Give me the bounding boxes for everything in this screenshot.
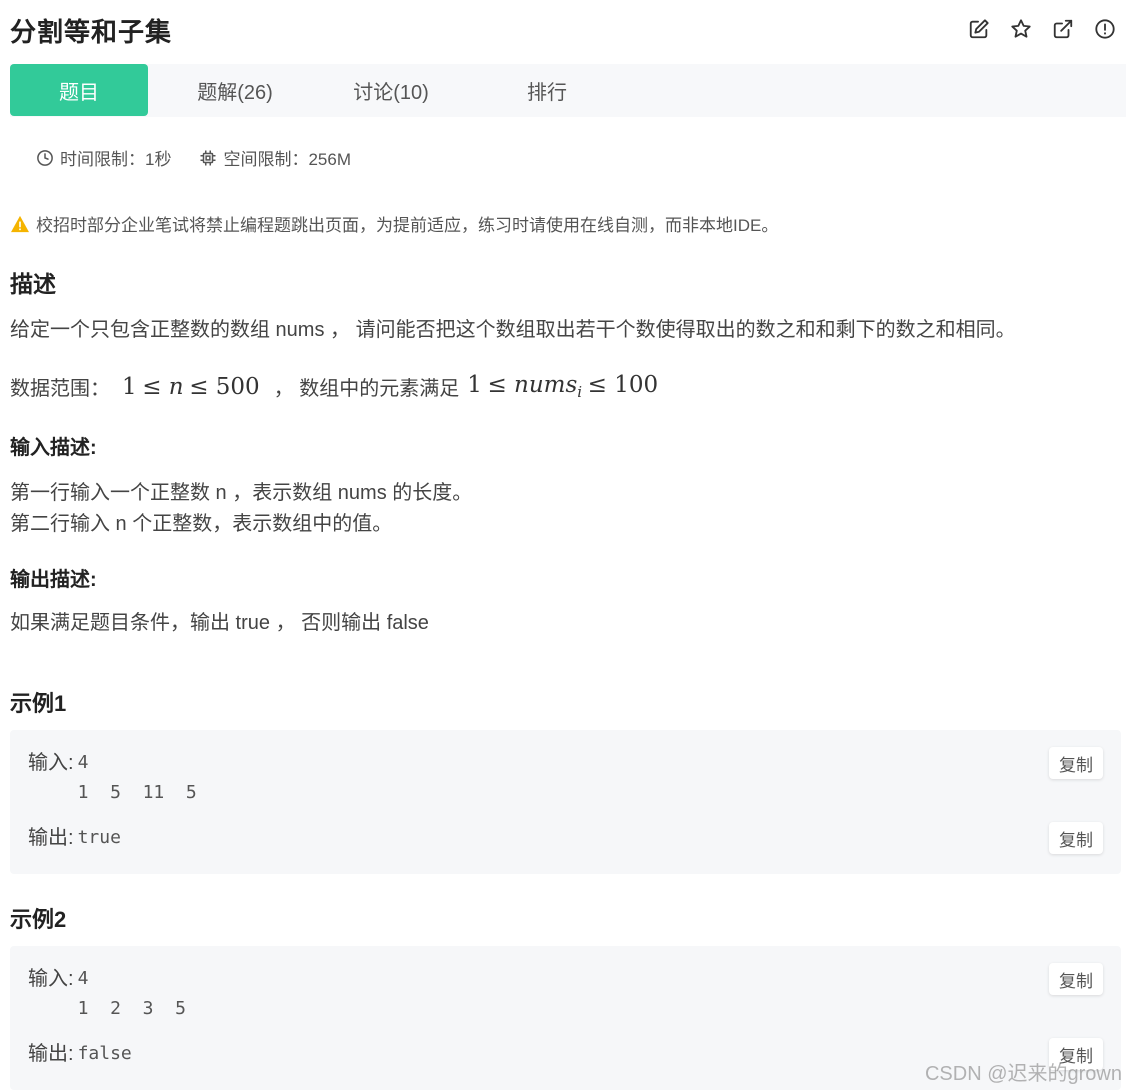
example2-output-label: 输出:: [28, 1043, 74, 1065]
example1-output[interactable]: true: [78, 823, 121, 853]
input-desc-line2: 第二行输入 n 个正整数，表示数组中的值。: [10, 513, 393, 535]
external-link-icon[interactable]: [1052, 18, 1074, 40]
page-title: 分割等和子集: [10, 17, 173, 47]
space-limit: 空间限制：256M: [199, 145, 351, 170]
range-separator: ， 数组中的元素满足: [273, 378, 460, 400]
star-icon[interactable]: [1010, 18, 1032, 40]
example1-box: 输入: 4 1 5 11 5 复制 输出: true 复制: [10, 730, 1121, 874]
example1-input-row: 输入: 4 1 5 11 5: [28, 748, 197, 808]
range-nums-var: nums: [514, 372, 578, 398]
example1-input[interactable]: 4 1 5 11 5: [78, 748, 197, 808]
range-nums-sub: i: [577, 383, 583, 401]
output-desc-text: 如果满足题目条件，输出 true ， 否则输出 false: [10, 612, 429, 634]
warning-icon: [11, 215, 29, 232]
tab-bar: 题目 题解(26) 讨论(10) 排行: [10, 64, 1126, 117]
problem-page: 分割等和子集 题目 题解(26) 讨论(10) 排行 时间限制：1秒 空间限制：…: [0, 0, 1126, 1092]
watermark: CSDN @迟来的grown: [924, 1063, 1122, 1085]
time-limit: 时间限制：1秒: [36, 145, 171, 170]
example2-output-row: 输出: false: [28, 1039, 132, 1069]
tab-solutions[interactable]: 题解(26): [166, 64, 304, 116]
range-n-var: n: [168, 373, 184, 400]
description-heading: 描述: [10, 271, 56, 297]
example2-output[interactable]: false: [78, 1039, 132, 1069]
range-n-low: 1: [122, 373, 137, 400]
description-text: 给定一个只包含正整数的数组 nums ， 请问能否把这个数组取出若干个数使得取出…: [10, 319, 1016, 341]
example1-input-copy-button[interactable]: 复制: [1049, 747, 1103, 779]
report-icon[interactable]: [1094, 18, 1116, 40]
tab-discussion[interactable]: 讨论(10): [322, 64, 460, 116]
input-desc-line1: 第一行输入一个正整数 n ，表示数组 nums 的长度。: [10, 482, 473, 504]
example2-input-label: 输入:: [28, 968, 74, 990]
time-limit-text: 时间限制：1秒: [60, 150, 172, 169]
example2-input-row: 输入: 4 1 2 3 5: [28, 964, 186, 1024]
range-nums-formula: 1 ≤ numsi ≤ 100: [467, 372, 659, 401]
range-nums-high: 100: [614, 372, 659, 398]
tab-problem[interactable]: 题目: [10, 64, 148, 116]
tab-ranking[interactable]: 排行: [478, 64, 616, 116]
data-range: 数据范围： 1 ≤ n ≤ 500 ， 数组中的元素满足 1 ≤ numsi ≤…: [10, 372, 658, 401]
example2-input-copy-button[interactable]: 复制: [1049, 963, 1103, 995]
clock-icon: [37, 149, 53, 166]
warning-text: 校招时部分企业笔试将禁止编程题跳出页面，为提前适应，练习时请使用在线自测，而非本…: [36, 216, 779, 235]
warning-notice: 校招时部分企业笔试将禁止编程题跳出页面，为提前适应，练习时请使用在线自测，而非本…: [10, 211, 778, 236]
edit-icon[interactable]: [968, 18, 990, 40]
example1-heading: 示例1: [10, 691, 67, 716]
range-nums-low: 1: [467, 372, 482, 398]
space-limit-text: 空间限制：256M: [223, 150, 351, 169]
chip-icon: [200, 150, 216, 165]
example1-output-row: 输出: true: [28, 823, 121, 853]
range-n-formula: 1 ≤ n ≤ 500: [122, 373, 260, 400]
range-label: 数据范围：: [10, 378, 110, 400]
example1-input-label: 输入:: [28, 752, 74, 774]
example2-heading: 示例2: [10, 907, 67, 932]
example2-input[interactable]: 4 1 2 3 5: [78, 964, 186, 1024]
input-desc-heading: 输入描述:: [10, 437, 97, 459]
example1-output-label: 输出:: [28, 827, 74, 849]
header-actions: [968, 18, 1116, 40]
limits-bar: 时间限制：1秒 空间限制：256M: [36, 145, 379, 170]
range-n-high: 500: [215, 373, 260, 400]
output-desc-heading: 输出描述:: [10, 569, 97, 591]
example1-output-copy-button[interactable]: 复制: [1049, 822, 1103, 854]
